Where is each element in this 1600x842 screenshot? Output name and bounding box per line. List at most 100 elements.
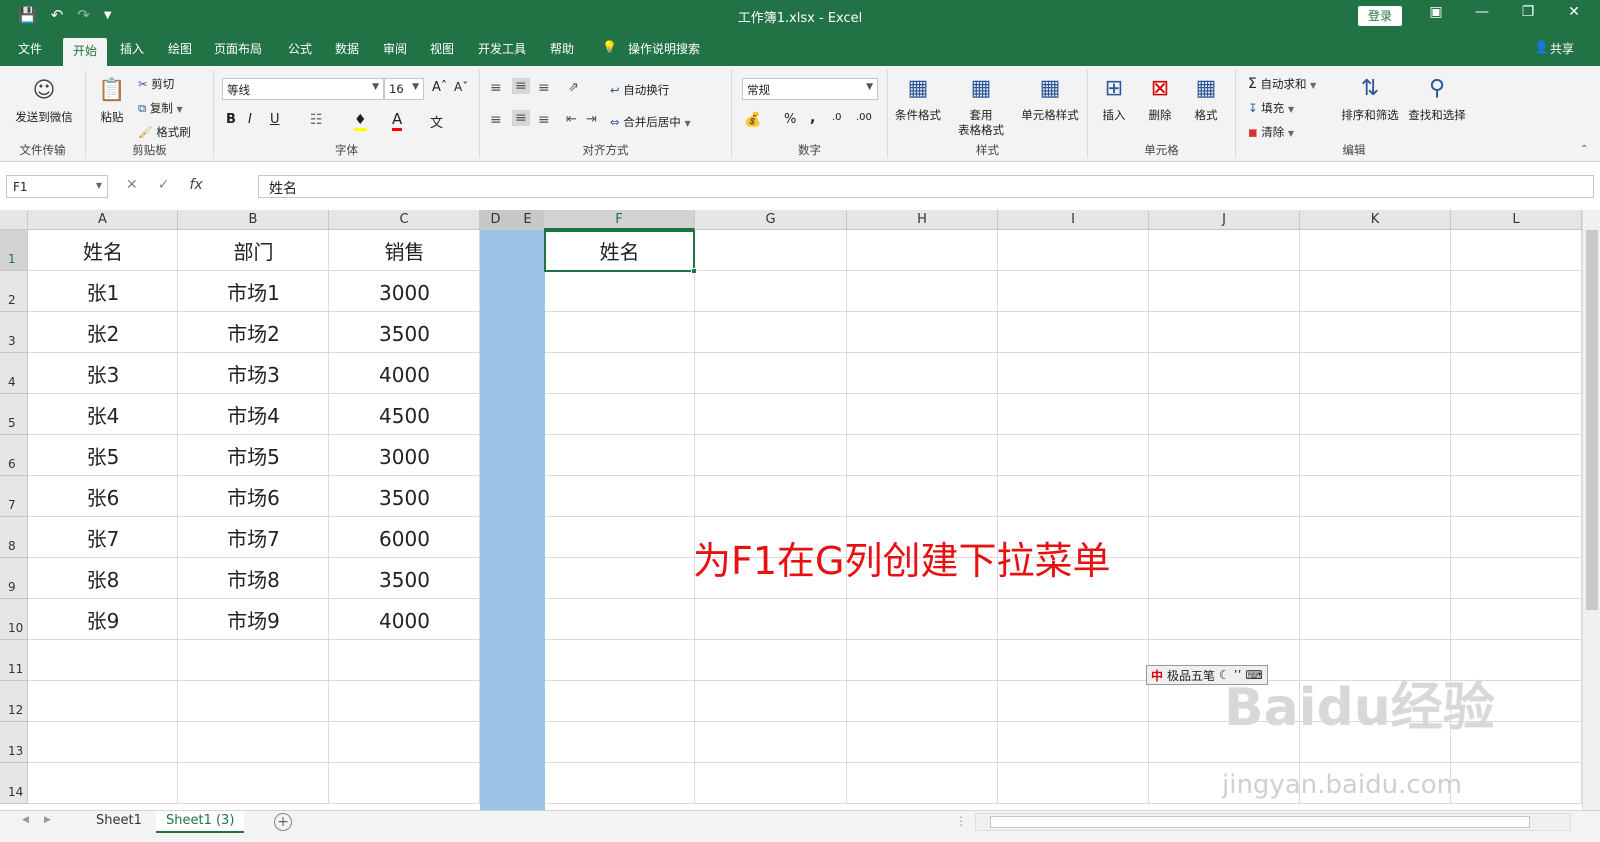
row-header-12[interactable]: 12 bbox=[0, 681, 28, 722]
align-right-icon[interactable]: ≡ bbox=[538, 112, 550, 128]
cell-c10[interactable]: 4000 bbox=[329, 599, 480, 640]
share-button[interactable]: 共享 bbox=[1550, 40, 1574, 57]
scroll-thumb[interactable] bbox=[1586, 230, 1598, 610]
tab-data[interactable]: 数据 bbox=[335, 40, 359, 57]
tell-me-search[interactable]: 操作说明搜索 bbox=[628, 40, 700, 57]
horizontal-scrollbar[interactable] bbox=[975, 813, 1571, 831]
column-header-f[interactable]: F bbox=[544, 210, 695, 230]
font-color-icon[interactable]: A bbox=[392, 110, 403, 131]
wrap-text-button[interactable]: ↩ 自动换行 bbox=[610, 82, 669, 98]
cell-b3[interactable]: 市场2 bbox=[178, 312, 329, 353]
tab-page-layout[interactable]: 页面布局 bbox=[214, 40, 262, 57]
row-header-14[interactable]: 14 bbox=[0, 763, 28, 804]
decrease-font-icon[interactable]: Aˇ bbox=[454, 80, 468, 94]
comma-button[interactable]: , bbox=[810, 110, 815, 126]
row-header-5[interactable]: 5 bbox=[0, 394, 28, 435]
align-middle-icon[interactable]: ≡ bbox=[512, 78, 530, 94]
cell-c5[interactable]: 4500 bbox=[329, 394, 480, 435]
cell-a7[interactable]: 张6 bbox=[28, 476, 178, 517]
format-cells-button[interactable]: ▦ 格式 bbox=[1186, 74, 1226, 123]
fill-handle[interactable] bbox=[691, 268, 697, 274]
format-painter-button[interactable]: 🖌 格式刷 bbox=[138, 124, 191, 140]
row-header-8[interactable]: 8 bbox=[0, 517, 28, 558]
tab-file[interactable]: 文件 bbox=[18, 40, 42, 57]
cell-b6[interactable]: 市场5 bbox=[178, 435, 329, 476]
cell-b4[interactable]: 市场3 bbox=[178, 353, 329, 394]
align-left-icon[interactable]: ≡ bbox=[490, 112, 502, 128]
orientation-icon[interactable]: ⇗ bbox=[568, 80, 579, 95]
column-header-h[interactable]: H bbox=[847, 210, 998, 230]
cell-b10[interactable]: 市场9 bbox=[178, 599, 329, 640]
row-header-11[interactable]: 11 bbox=[0, 640, 28, 681]
increase-decimal-icon[interactable]: .0 bbox=[832, 112, 842, 123]
tab-help[interactable]: 帮助 bbox=[550, 40, 574, 57]
cell-styles-button[interactable]: ▦ 单元格样式 bbox=[1014, 74, 1086, 123]
insert-function-button[interactable]: fx bbox=[189, 177, 202, 193]
close-icon[interactable]: ✕ bbox=[1562, 4, 1586, 20]
restore-icon[interactable]: ❐ bbox=[1516, 4, 1540, 20]
cell-b8[interactable]: 市场7 bbox=[178, 517, 329, 558]
increase-indent-icon[interactable]: ⇥ bbox=[586, 112, 597, 127]
decrease-indent-icon[interactable]: ⇤ bbox=[566, 112, 577, 127]
next-sheet-icon[interactable]: ▶ bbox=[44, 815, 51, 825]
row-header-10[interactable]: 10 bbox=[0, 599, 28, 640]
column-header-k[interactable]: K bbox=[1300, 210, 1451, 230]
cell-a4[interactable]: 张3 bbox=[28, 353, 178, 394]
cell-c7[interactable]: 3500 bbox=[329, 476, 480, 517]
cell-a10[interactable]: 张9 bbox=[28, 599, 178, 640]
cut-button[interactable]: ✂ 剪切 bbox=[138, 76, 174, 92]
sheet-tab-sheet1[interactable]: Sheet1 bbox=[86, 811, 152, 833]
tab-view[interactable]: 视图 bbox=[430, 40, 454, 57]
conditional-format-button[interactable]: ▦ 条件格式 bbox=[890, 74, 946, 123]
sheet-tab-sheet1-3[interactable]: Sheet1 (3) bbox=[156, 811, 245, 833]
underline-button[interactable]: U bbox=[270, 112, 280, 127]
cell-b1[interactable]: 部门 bbox=[178, 230, 329, 271]
cell-b2[interactable]: 市场1 bbox=[178, 271, 329, 312]
find-select-button[interactable]: ⚲ 查找和选择 bbox=[1404, 74, 1470, 123]
cell-c2[interactable]: 3000 bbox=[329, 271, 480, 312]
column-header-g[interactable]: G bbox=[695, 210, 847, 230]
name-box[interactable]: F1 ▼ bbox=[6, 175, 108, 198]
column-header-c[interactable]: C bbox=[329, 210, 480, 230]
row-header-1[interactable]: 1 bbox=[0, 230, 28, 271]
delete-cells-button[interactable]: ⊠ 删除 bbox=[1140, 74, 1180, 123]
tab-home[interactable]: 开始 bbox=[63, 38, 108, 66]
send-to-wechat-button[interactable]: ☺ 发送到微信 bbox=[6, 76, 82, 125]
row-header-4[interactable]: 4 bbox=[0, 353, 28, 394]
cell-c3[interactable]: 3500 bbox=[329, 312, 480, 353]
worksheet-grid[interactable]: ABCDEFGHIJKL 1 2 3 4 5 6 7 8 9 10 11 12 13 14 姓名 部门 销售张… bbox=[0, 210, 1600, 810]
login-button[interactable]: 登录 bbox=[1358, 6, 1402, 26]
row-header-3[interactable]: 3 bbox=[0, 312, 28, 353]
row-header-13[interactable]: 13 bbox=[0, 722, 28, 763]
cell-c1[interactable]: 销售 bbox=[329, 230, 480, 271]
cell-c6[interactable]: 3000 bbox=[329, 435, 480, 476]
number-format-combo[interactable]: 常规 ▼ bbox=[742, 78, 878, 100]
minimize-icon[interactable]: — bbox=[1470, 4, 1494, 20]
italic-button[interactable]: I bbox=[248, 112, 252, 127]
formula-input[interactable]: 姓名 bbox=[258, 175, 1594, 198]
tab-insert[interactable]: 插入 bbox=[120, 40, 144, 57]
active-cell-f1[interactable]: 姓名 bbox=[544, 230, 697, 274]
cell-c4[interactable]: 4000 bbox=[329, 353, 480, 394]
cell-c9[interactable]: 3500 bbox=[329, 558, 480, 599]
prev-sheet-icon[interactable]: ◀ bbox=[22, 815, 29, 825]
column-header-a[interactable]: A bbox=[28, 210, 178, 230]
cell-a5[interactable]: 张4 bbox=[28, 394, 178, 435]
column-header-l[interactable]: L bbox=[1451, 210, 1582, 230]
autosum-button[interactable]: Σ 自动求和 ▼ bbox=[1248, 76, 1316, 92]
cell-a3[interactable]: 张2 bbox=[28, 312, 178, 353]
tab-draw[interactable]: 绘图 bbox=[168, 40, 192, 57]
tab-review[interactable]: 审阅 bbox=[383, 40, 407, 57]
decrease-decimal-icon[interactable]: .00 bbox=[856, 112, 872, 123]
column-header-b[interactable]: B bbox=[178, 210, 329, 230]
font-name-combo[interactable]: 等线 ▼ bbox=[222, 78, 384, 100]
cell-a6[interactable]: 张5 bbox=[28, 435, 178, 476]
cell-a8[interactable]: 张7 bbox=[28, 517, 178, 558]
column-header-j[interactable]: J bbox=[1149, 210, 1300, 230]
currency-icon[interactable]: 💰 bbox=[744, 112, 761, 128]
row-header-7[interactable]: 7 bbox=[0, 476, 28, 517]
border-icon[interactable]: ☷ bbox=[310, 112, 323, 128]
collapse-ribbon-icon[interactable]: ⌃ bbox=[1580, 144, 1588, 155]
copy-button[interactable]: ⧉ 复制 ▼ bbox=[138, 100, 183, 116]
cell-b9[interactable]: 市场8 bbox=[178, 558, 329, 599]
